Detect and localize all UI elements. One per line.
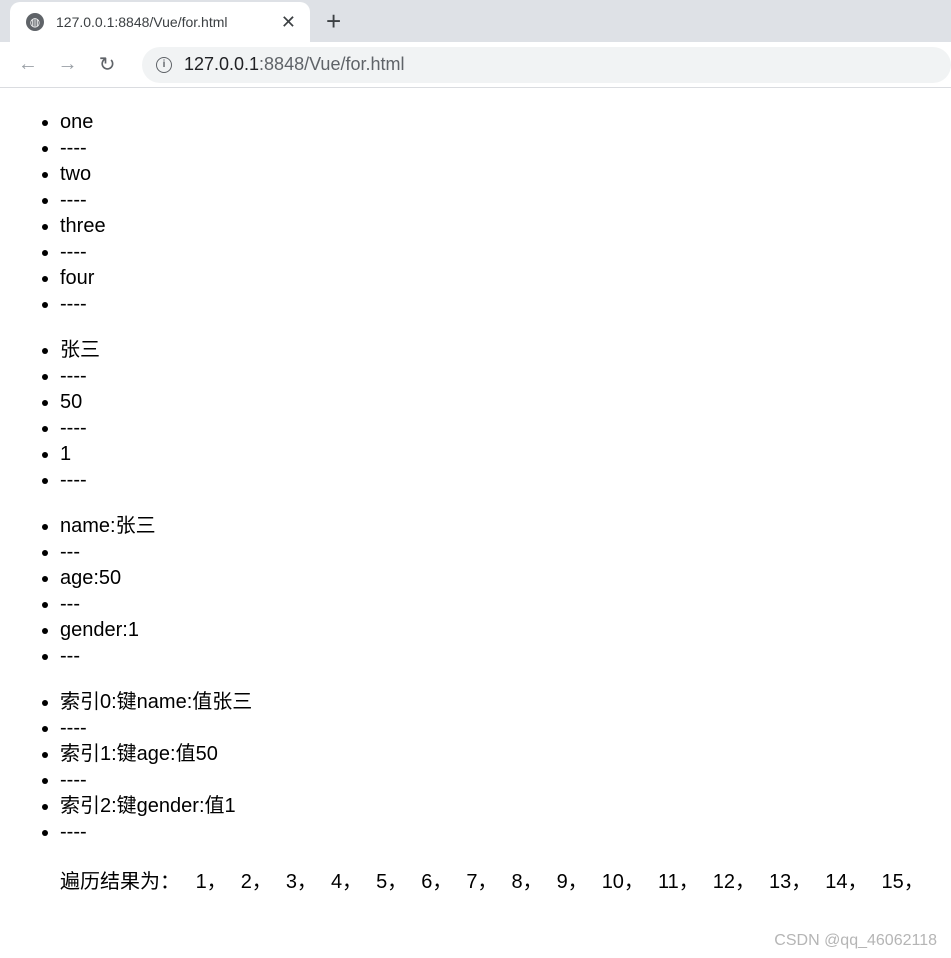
list-item: ---- bbox=[60, 767, 951, 793]
object-values-list: 张三----50----1---- bbox=[0, 337, 951, 493]
watermark: CSDN @qq_46062118 bbox=[774, 932, 937, 949]
object-index-key-value-list: 索引0:键name:值张三----索引1:键age:值50----索引2:键ge… bbox=[0, 689, 951, 845]
list-item: 索引2:键gender:值1 bbox=[60, 793, 951, 819]
reload-icon[interactable]: ↻ bbox=[87, 52, 127, 77]
result-value: 14， bbox=[825, 871, 868, 893]
list-item: 1 bbox=[60, 441, 951, 467]
list-item: 索引1:键age:值50 bbox=[60, 741, 951, 767]
list-item: one bbox=[60, 109, 951, 135]
list-item: ---- bbox=[60, 291, 951, 317]
object-key-value-list: name:张三---age:50---gender:1--- bbox=[0, 513, 951, 669]
list-item: ---- bbox=[60, 819, 951, 845]
list-item: name:张三 bbox=[60, 513, 951, 539]
tab-title: 127.0.0.1:8848/Vue/for.html bbox=[56, 14, 228, 30]
new-tab-plus-icon[interactable]: + bbox=[326, 6, 341, 37]
forward-arrow-icon[interactable]: → bbox=[48, 53, 88, 76]
browser-toolbar: ← → ↻ i 127.0.0.1:8848/Vue/for.html bbox=[0, 42, 951, 88]
result-value: 4， bbox=[330, 871, 363, 893]
result-value: 7， bbox=[466, 871, 498, 893]
result-value: 13， bbox=[768, 871, 812, 893]
result-value: 15， bbox=[881, 871, 924, 893]
list-item: two bbox=[60, 161, 951, 187]
browser-tab[interactable]: ◍ 127.0.0.1:8848/Vue/for.html ✕ bbox=[10, 2, 310, 42]
result-value: 3， bbox=[285, 871, 317, 893]
globe-icon: ◍ bbox=[26, 13, 44, 31]
result-value: 12， bbox=[712, 871, 755, 893]
tab-bar: ◍ 127.0.0.1:8848/Vue/for.html ✕ + bbox=[0, 0, 951, 42]
list-item: 张三 bbox=[60, 337, 951, 363]
list-item: ---- bbox=[60, 363, 951, 389]
back-arrow-icon[interactable]: ← bbox=[8, 53, 48, 76]
list-item: gender:1 bbox=[60, 617, 951, 643]
traversal-result: 遍历结果为： 1， 2， 3， 4， 5， 6， 7， 8， 9， 10， 11， 12， 13， 14，… bbox=[60, 869, 951, 895]
list-item: three bbox=[60, 213, 951, 239]
list-item: ---- bbox=[60, 415, 951, 441]
list-item: ---- bbox=[60, 187, 951, 213]
list-item: ---- bbox=[60, 715, 951, 741]
info-icon[interactable]: i bbox=[155, 56, 172, 73]
result-value: 8， bbox=[511, 871, 543, 893]
list-item: 50 bbox=[60, 389, 951, 415]
result-value: 6， bbox=[421, 871, 453, 893]
array-list: one----two----three----four---- bbox=[0, 109, 951, 317]
list-item: ---- bbox=[60, 239, 951, 265]
list-item: --- bbox=[60, 539, 951, 565]
list-item: four bbox=[60, 265, 951, 291]
list-item: --- bbox=[60, 591, 951, 617]
result-value: 2， bbox=[240, 871, 272, 893]
result-value: 9， bbox=[556, 871, 588, 893]
list-item: 索引0:键name:值张三 bbox=[60, 689, 951, 715]
list-item: --- bbox=[60, 643, 951, 669]
result-value: 5， bbox=[376, 871, 408, 893]
url-host: 127.0.0.1 bbox=[183, 54, 260, 74]
address-bar[interactable]: i 127.0.0.1:8848/Vue/for.html bbox=[141, 46, 951, 83]
result-value: 10， bbox=[601, 871, 644, 893]
result-label: 遍历结果为： bbox=[60, 871, 180, 893]
url-text[interactable]: 127.0.0.1:8848/Vue/for.html bbox=[184, 54, 405, 75]
url-path: :8848/Vue/for.html bbox=[259, 54, 405, 74]
result-value: 1， bbox=[195, 871, 227, 893]
list-item: ---- bbox=[60, 467, 951, 493]
result-value: 11， bbox=[657, 871, 699, 893]
close-icon[interactable]: ✕ bbox=[281, 12, 296, 33]
list-item: age:50 bbox=[60, 565, 951, 591]
list-item: ---- bbox=[60, 135, 951, 161]
